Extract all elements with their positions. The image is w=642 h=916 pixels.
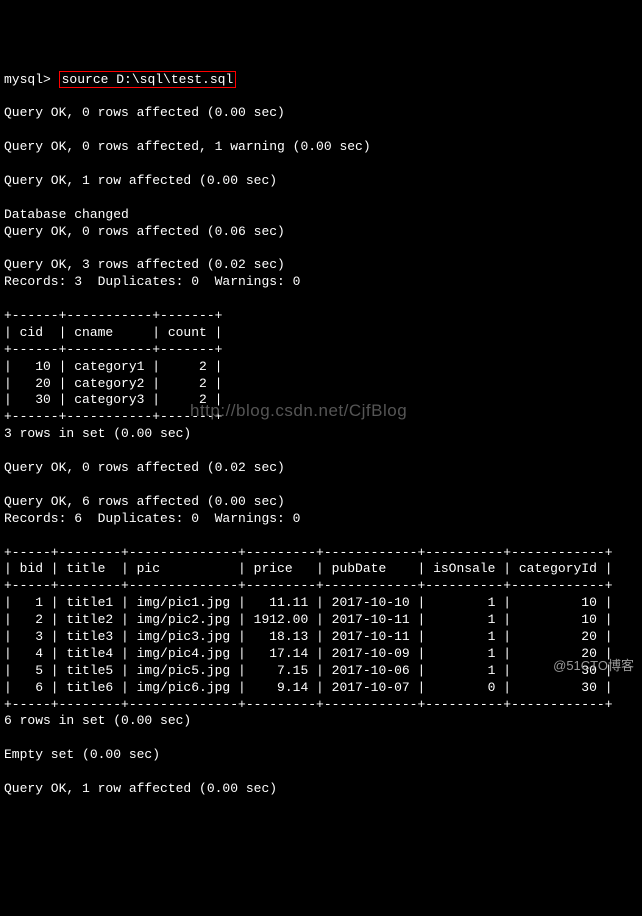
source-command: source D:\sql\test.sql [59,71,237,88]
table-row: | 5 | title5 | img/pic5.jpg | 7.15 | 201… [4,663,613,678]
table-row: | 20 | category2 | 2 | [4,376,222,391]
csdn-watermark: http://blog.csdn.net/CjfBlog [190,400,407,422]
database-changed-line: Database changed [4,207,129,222]
query-result-line: Query OK, 3 rows affected (0.02 sec) [4,257,285,272]
table-row: | 6 | title6 | img/pic6.jpg | 9.14 | 201… [4,680,613,695]
table-border: +------+-----------+-------+ [4,409,222,424]
table-border: +------+-----------+-------+ [4,308,222,323]
table-row: | 30 | category3 | 2 | [4,392,222,407]
table-border: +-----+--------+--------------+---------… [4,578,613,593]
table-border: +-----+--------+--------------+---------… [4,545,613,560]
empty-set-line: Empty set (0.00 sec) [4,747,160,762]
query-result-line: Query OK, 0 rows affected (0.02 sec) [4,460,285,475]
command-line[interactable]: mysql> source D:\sql\test.sql [4,72,638,89]
table-border: +-----+--------+--------------+---------… [4,697,613,712]
mysql-prompt: mysql> [4,72,51,87]
table-row: | 1 | title1 | img/pic1.jpg | 11.11 | 20… [4,595,613,610]
query-result-line: Query OK, 0 rows affected, 1 warning (0.… [4,139,371,154]
query-result-line: Query OK, 0 rows affected (0.00 sec) [4,105,285,120]
query-result-line: Query OK, 1 row affected (0.00 sec) [4,173,277,188]
query-result-line: Query OK, 1 row affected (0.00 sec) [4,781,277,796]
query-result-line: Query OK, 6 rows affected (0.00 sec) [4,494,285,509]
rows-in-set-line: 3 rows in set (0.00 sec) [4,426,191,441]
records-summary-line: Records: 6 Duplicates: 0 Warnings: 0 [4,511,300,526]
table-row: | 3 | title3 | img/pic3.jpg | 18.13 | 20… [4,629,613,644]
records-summary-line: Records: 3 Duplicates: 0 Warnings: 0 [4,274,300,289]
table-row: | 2 | title2 | img/pic2.jpg | 1912.00 | … [4,612,613,627]
table-border: +------+-----------+-------+ [4,342,222,357]
table-row: | 10 | category1 | 2 | [4,359,222,374]
query-result-line: Query OK, 0 rows affected (0.06 sec) [4,224,285,239]
table-row: | 4 | title4 | img/pic4.jpg | 17.14 | 20… [4,646,613,661]
rows-in-set-line: 6 rows in set (0.00 sec) [4,713,191,728]
table-header: | bid | title | pic | price | pubDate | … [4,561,613,576]
table-header: | cid | cname | count | [4,325,222,340]
